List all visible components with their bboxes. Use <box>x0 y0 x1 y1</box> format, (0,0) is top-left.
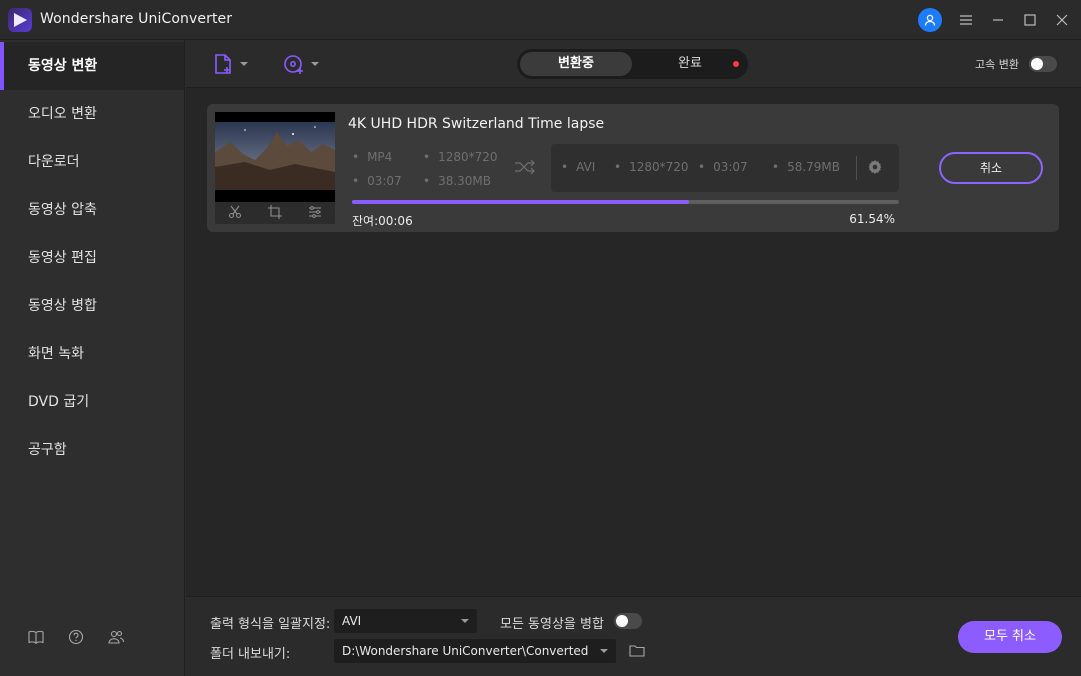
menu-icon[interactable] <box>954 8 978 32</box>
source-format: MP4 <box>352 150 392 164</box>
crop-icon[interactable] <box>268 204 282 223</box>
conversion-task-card: 4K UHD HDR Switzerland Time lapse MP4 12… <box>207 104 1059 232</box>
time-remaining: 잔여:00:06 <box>352 214 413 228</box>
file-title: 4K UHD HDR Switzerland Time lapse <box>348 116 605 132</box>
folder-icon[interactable] <box>629 643 645 662</box>
merge-all-label: 모든 동영상을 병합 <box>500 617 604 632</box>
export-folder-label: 폴더 내보내기: <box>210 647 291 662</box>
cancel-all-button[interactable]: 모두 취소 <box>958 621 1062 653</box>
app-logo-icon <box>8 8 32 32</box>
users-icon[interactable] <box>107 628 125 646</box>
chevron-down-icon <box>311 62 319 66</box>
help-icon[interactable] <box>67 628 85 646</box>
sidebar-item-screen-record[interactable]: 화면 녹화 <box>0 330 184 378</box>
chevron-down-icon <box>600 649 608 653</box>
sidebar-item-audio-convert[interactable]: 오디오 변환 <box>0 90 184 138</box>
add-disc-button[interactable] <box>283 52 319 76</box>
progress-bar <box>352 200 899 204</box>
merge-all-toggle[interactable] <box>614 613 642 629</box>
maximize-icon[interactable] <box>1018 8 1042 32</box>
target-duration: 03:07 <box>698 160 748 174</box>
add-file-icon <box>215 54 231 74</box>
tab-converting[interactable]: 변환중 <box>520 52 632 76</box>
cancel-button[interactable]: 취소 <box>939 152 1043 184</box>
high-speed-toggle[interactable] <box>1029 56 1057 72</box>
book-icon[interactable] <box>27 628 45 646</box>
progress-percent: 61.54% <box>849 212 895 226</box>
output-format-select[interactable]: AVI <box>334 609 477 633</box>
export-folder-path: D:\Wondershare UniConverter\Converted <box>342 644 589 658</box>
status-tabs: 변환중 완료 <box>517 49 748 79</box>
convert-arrow-icon <box>514 159 536 179</box>
trim-icon[interactable] <box>228 204 242 223</box>
sidebar: 동영상 변환 오디오 변환 다운로더 동영상 압축 동영상 편집 동영상 병합 … <box>0 40 185 676</box>
sidebar-item-video-convert[interactable]: 동영상 변환 <box>0 42 184 90</box>
source-duration: 03:07 <box>352 174 402 188</box>
sidebar-item-dvd-burn[interactable]: DVD 굽기 <box>0 378 184 426</box>
add-file-button[interactable] <box>212 52 248 76</box>
gear-icon[interactable] <box>867 159 883 179</box>
video-thumbnail[interactable] <box>215 112 335 202</box>
app-title: Wondershare UniConverter <box>40 11 233 27</box>
minimize-icon[interactable] <box>986 8 1010 32</box>
toolbar: 변환중 완료 고속 변환 <box>186 40 1081 88</box>
target-resolution: 1280*720 <box>614 160 688 174</box>
output-format-label: 출력 형식을 일괄지정: <box>210 617 331 632</box>
source-resolution: 1280*720 <box>423 150 497 164</box>
output-format-value: AVI <box>342 614 362 628</box>
title-bar: Wondershare UniConverter <box>0 0 1081 40</box>
progress-fill <box>352 200 689 204</box>
thumbnail-tools <box>215 202 335 224</box>
high-speed-label: 고속 변환 <box>975 58 1019 71</box>
sidebar-item-video-compress[interactable]: 동영상 압축 <box>0 186 184 234</box>
user-account-icon[interactable] <box>918 8 942 32</box>
source-size: 38.30MB <box>423 174 491 188</box>
sidebar-item-video-merge[interactable]: 동영상 병합 <box>0 282 184 330</box>
export-folder-select[interactable]: D:\Wondershare UniConverter\Converted <box>334 639 616 663</box>
sidebar-item-toolbox[interactable]: 공구함 <box>0 426 184 474</box>
chevron-down-icon <box>461 619 469 623</box>
video-thumbnail-panel <box>215 112 335 224</box>
target-format: AVI <box>561 160 595 174</box>
effects-icon[interactable] <box>308 204 322 223</box>
close-icon[interactable] <box>1050 8 1074 32</box>
add-disc-icon <box>284 55 303 74</box>
divider <box>856 156 857 180</box>
chevron-down-icon <box>240 62 248 66</box>
tab-completed[interactable]: 완료 <box>635 52 745 76</box>
target-size: 58.79MB <box>772 160 840 174</box>
notification-dot <box>733 61 739 67</box>
sidebar-item-downloader[interactable]: 다운로더 <box>0 138 184 186</box>
sidebar-item-video-edit[interactable]: 동영상 편집 <box>0 234 184 282</box>
bottom-bar: 출력 형식을 일괄지정: AVI 모든 동영상을 병합 폴더 내보내기: D:\… <box>186 596 1081 676</box>
output-settings-box[interactable]: AVI 1280*720 03:07 58.79MB <box>551 144 899 192</box>
main-panel: 변환중 완료 고속 변환 4K UHD HDR Switzerland Time… <box>186 40 1081 676</box>
